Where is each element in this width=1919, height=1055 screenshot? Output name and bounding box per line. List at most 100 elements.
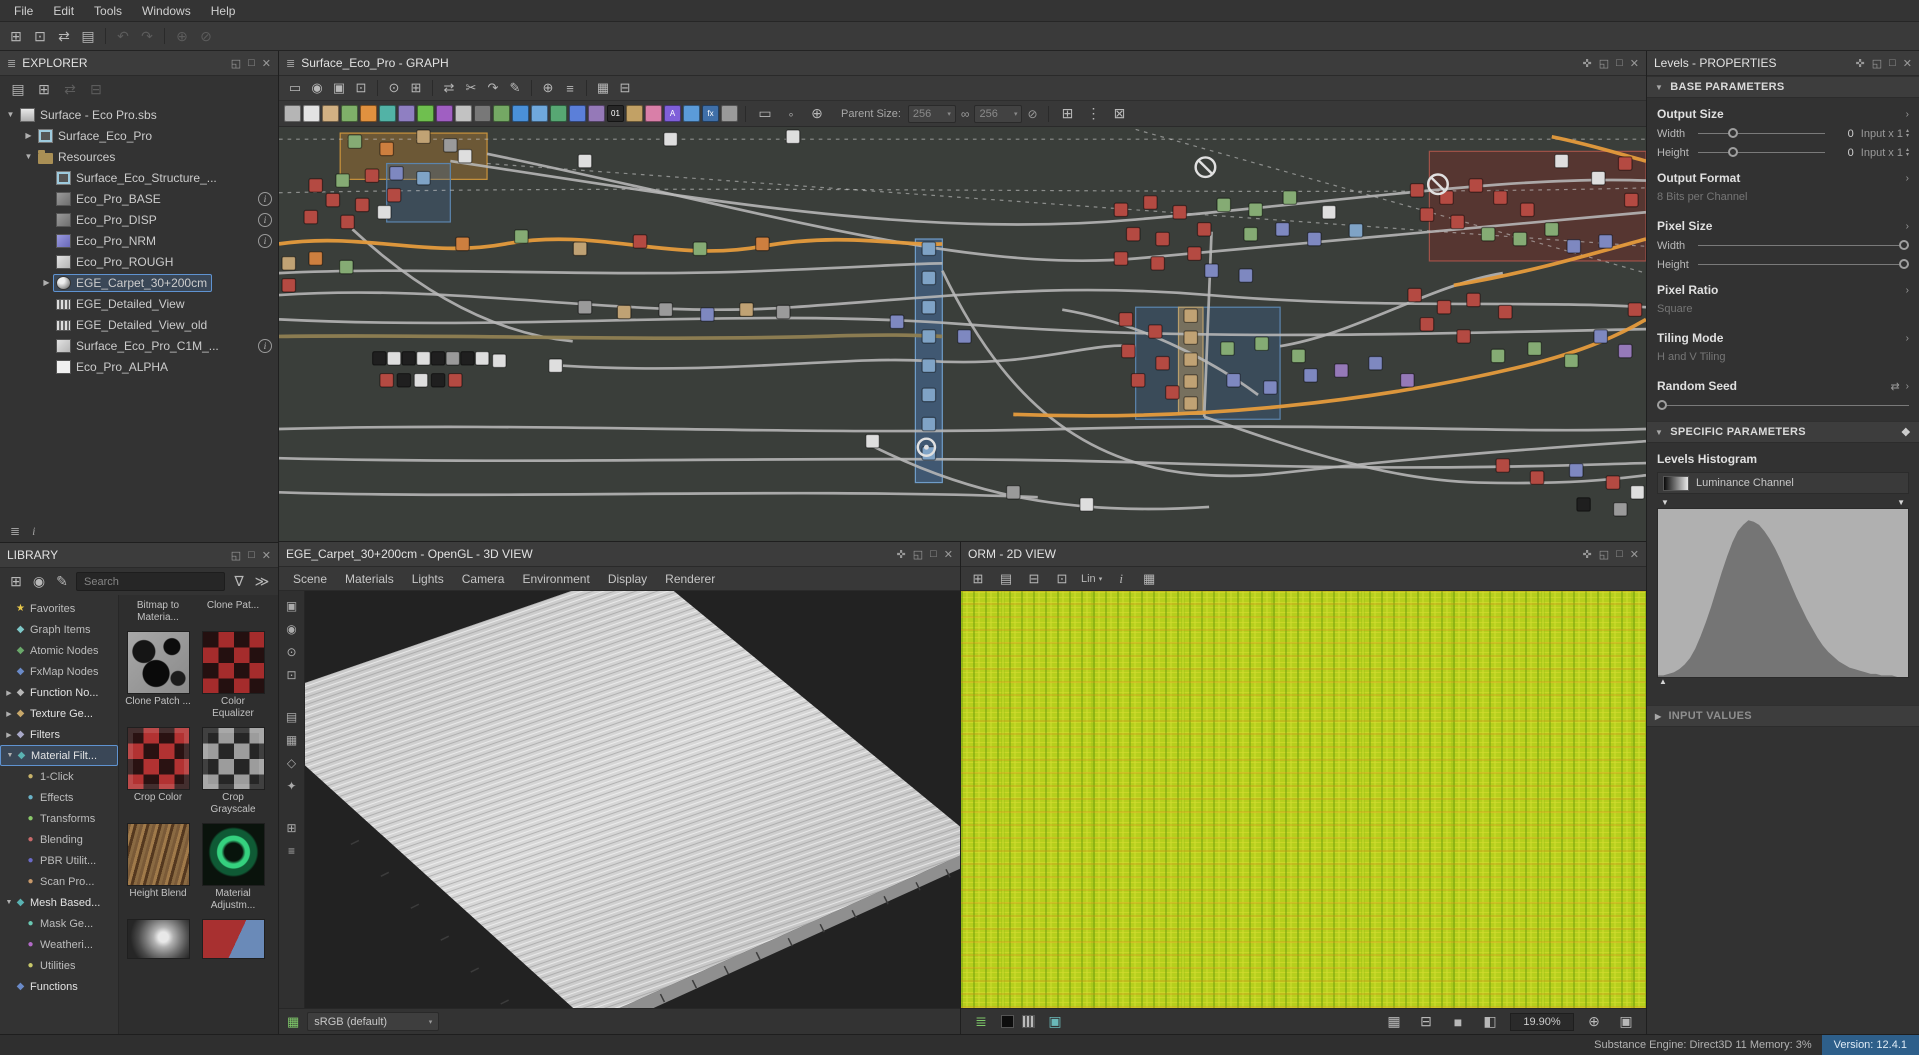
tree-row[interactable]: EGE_Detailed_View_old: [0, 314, 278, 335]
float-icon[interactable]: ◱: [231, 549, 241, 562]
library-thumbnail[interactable]: Height Blend: [125, 823, 191, 912]
maximize-icon[interactable]: □: [248, 549, 255, 561]
float-icon[interactable]: ◱: [1599, 548, 1609, 561]
height-slider[interactable]: [1698, 146, 1825, 159]
tree-item[interactable]: EGE_Detailed_View_old: [53, 316, 212, 334]
graph-node[interactable]: [890, 315, 903, 328]
frame-icon[interactable]: ▭: [284, 78, 306, 98]
close-graph-icon[interactable]: ⊠: [1108, 103, 1132, 125]
view3d-menu-display[interactable]: Display: [600, 570, 655, 588]
cut-link-icon[interactable]: ✂: [460, 78, 482, 98]
graph-node[interactable]: [1369, 357, 1382, 370]
graph-node[interactable]: [1283, 191, 1296, 204]
random-seed-group[interactable]: Random Seed ⇄ ›: [1647, 370, 1919, 396]
library-category-material-filt-[interactable]: ▼◆Material Filt...: [0, 745, 118, 766]
info-icon[interactable]: i: [1112, 568, 1130, 590]
graph-node[interactable]: [617, 305, 630, 318]
graph-node[interactable]: [578, 301, 591, 314]
atomic-node-button-11[interactable]: [493, 105, 510, 122]
graph-node[interactable]: [1530, 471, 1543, 484]
tiling-mode-group[interactable]: Tiling Mode ›: [1647, 322, 1919, 348]
graph-node[interactable]: [431, 374, 444, 387]
atomic-node-button-6[interactable]: [398, 105, 415, 122]
copy-icon[interactable]: ⊟: [1025, 568, 1043, 590]
graph-node[interactable]: [326, 193, 339, 206]
pixel-ratio-group[interactable]: Pixel Ratio ›: [1647, 274, 1919, 300]
graph-node[interactable]: [390, 167, 403, 180]
graph-node[interactable]: [380, 142, 393, 155]
dot-node-icon[interactable]: ⊕: [537, 78, 559, 98]
library-category-transforms[interactable]: ●Transforms: [0, 808, 118, 829]
graph-node[interactable]: [1401, 374, 1414, 387]
graph-node[interactable]: [515, 230, 528, 243]
graph-node[interactable]: [922, 242, 935, 255]
lock-icon[interactable]: ▣: [1614, 1011, 1638, 1033]
tree-item[interactable]: Surface - Eco Pro.sbs: [17, 106, 162, 124]
publish-icon[interactable]: ⊕: [170, 25, 194, 47]
expand-icon[interactable]: ≫: [253, 571, 271, 593]
graph-node[interactable]: [1606, 476, 1619, 489]
low-marker[interactable]: ▼: [1661, 498, 1669, 507]
menu-windows[interactable]: Windows: [132, 2, 201, 20]
pixel-size-group[interactable]: Pixel Size ›: [1647, 210, 1919, 236]
library-category-graph-items[interactable]: ◆Graph Items: [0, 619, 118, 640]
atomic-node-button-13[interactable]: [531, 105, 548, 122]
list-view-icon[interactable]: ≣: [10, 524, 20, 538]
mirror-icon[interactable]: ◧: [1478, 1011, 1502, 1033]
library-thumbnail[interactable]: Color Equalizer: [200, 631, 266, 720]
colorspace-select[interactable]: sRGB (default)▾: [307, 1012, 439, 1031]
base-parameters-section[interactable]: ▼ BASE PARAMETERS: [1647, 76, 1919, 98]
graph-node[interactable]: [1184, 309, 1197, 322]
chevron-down-icon[interactable]: ▼: [4, 899, 14, 906]
tree-item[interactable]: Surface_Eco_Structure_...: [53, 169, 222, 187]
tree-item[interactable]: Eco_Pro_DISP: [53, 211, 162, 229]
graph-node[interactable]: [549, 359, 562, 372]
float-icon[interactable]: ◱: [1872, 57, 1882, 70]
atomic-node-button-17[interactable]: 01: [607, 105, 624, 122]
view3d-menu-materials[interactable]: Materials: [337, 570, 402, 588]
graph-node[interactable]: [922, 388, 935, 401]
graph-node[interactable]: [309, 252, 322, 265]
layers-icon[interactable]: ▦: [287, 1014, 299, 1030]
graph-node[interactable]: [448, 374, 461, 387]
info-icon[interactable]: i: [258, 339, 272, 353]
graph-node[interactable]: [1184, 397, 1197, 410]
menu-edit[interactable]: Edit: [43, 2, 84, 20]
high-marker[interactable]: ▼: [1897, 498, 1905, 507]
graph-node[interactable]: [659, 303, 672, 316]
graph-node[interactable]: [1122, 344, 1135, 357]
graph-node[interactable]: [1567, 240, 1580, 253]
specific-parameters-section[interactable]: ▼ SPECIFIC PARAMETERS ❖: [1647, 421, 1919, 443]
options-icon[interactable]: ⋮: [1082, 103, 1106, 125]
graph-node[interactable]: [1166, 386, 1179, 399]
graph-node[interactable]: [1625, 193, 1638, 206]
library-category-function-no-[interactable]: ▶◆Function No...: [0, 682, 118, 703]
tree-row[interactable]: ▼Resources: [0, 146, 278, 167]
graph-node[interactable]: [336, 174, 349, 187]
tree-item[interactable]: EGE_Detailed_View: [53, 295, 190, 313]
graph-node[interactable]: [373, 352, 386, 365]
clean-icon[interactable]: ⊟: [87, 78, 105, 100]
comment-bubble-icon[interactable]: ▭: [753, 103, 777, 125]
pin-icon[interactable]: ✜: [1583, 548, 1592, 561]
pencil-icon[interactable]: ✎: [504, 78, 526, 98]
graph-node[interactable]: [1599, 235, 1612, 248]
graph-node[interactable]: [414, 374, 427, 387]
fit-icon[interactable]: ⊟: [1414, 1011, 1438, 1033]
parent-size-height-select[interactable]: 256▾: [974, 105, 1022, 123]
width-slider[interactable]: [1698, 127, 1825, 140]
maximize-icon[interactable]: □: [1889, 57, 1896, 69]
graph-node[interactable]: [922, 301, 935, 314]
graph-node[interactable]: [1491, 349, 1504, 362]
graph-node[interactable]: [664, 132, 677, 145]
graph-node[interactable]: [1420, 208, 1433, 221]
graph-node[interactable]: [341, 215, 354, 228]
graph-node[interactable]: [578, 154, 591, 167]
chevron-down-icon[interactable]: ▼: [4, 110, 17, 119]
graph-node[interactable]: [1618, 344, 1631, 357]
graph-node[interactable]: [922, 359, 935, 372]
graph-node[interactable]: [1614, 503, 1627, 516]
graph-node[interactable]: [475, 352, 488, 365]
float-icon[interactable]: ◱: [231, 57, 241, 70]
filter-icon[interactable]: ∇: [230, 571, 248, 593]
